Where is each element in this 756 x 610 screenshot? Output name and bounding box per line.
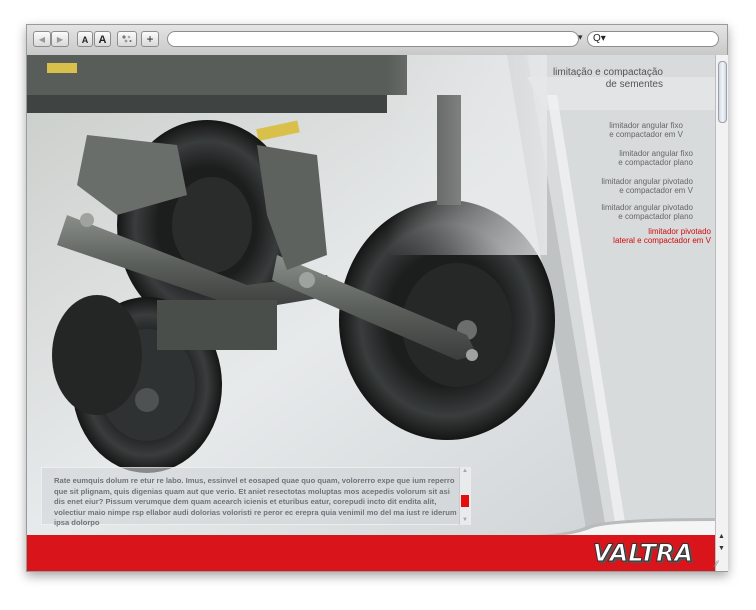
forward-arrow-icon: ▶: [56, 35, 64, 44]
search-field[interactable]: Q▾: [587, 31, 719, 47]
page-scroll-up-icon[interactable]: ▲: [718, 533, 725, 540]
browser-window: ◀ ▶ A A + ▾ Q▾ limitação e compactação d…: [26, 24, 728, 572]
scroll-up-icon[interactable]: ▲: [461, 468, 469, 475]
address-bar[interactable]: [167, 31, 579, 47]
menu-item-pivotado-lateral-v[interactable]: limitador pivotado lateral e compactador…: [541, 227, 711, 245]
description-scrollbar[interactable]: ▲ ▼: [459, 467, 470, 525]
menu-item-line1: limitador angular fixo: [609, 121, 683, 130]
description-scroll-thumb[interactable]: [461, 495, 469, 507]
puzzle-icon: [122, 35, 132, 43]
search-icon: Q▾: [593, 33, 606, 44]
back-arrow-icon: ◀: [38, 35, 46, 44]
menu-item-line1: limitador pivotado: [648, 227, 711, 236]
text-smaller-button[interactable]: A: [77, 31, 93, 47]
menu-item-line1: limitador angular pivotado: [601, 177, 693, 186]
menu-title-line1: limitação e compactação: [552, 67, 663, 78]
menu-item-fixo-plano[interactable]: limitador angular fixo e compactador pla…: [523, 149, 693, 167]
text-larger-button[interactable]: A: [94, 31, 111, 47]
menu-item-line2: e compactador em V: [609, 130, 683, 139]
address-dropdown-icon[interactable]: ▾: [578, 32, 583, 43]
description-box: Rate eumquis dolum re etur re labo. Imus…: [41, 467, 471, 527]
forward-button[interactable]: ▶: [51, 31, 69, 47]
menu-item-line2: e compactador em V: [619, 186, 693, 195]
page-scroll-down-icon[interactable]: ▼: [718, 545, 725, 552]
resize-grip-icon[interactable]: ⁄⁄: [715, 559, 727, 571]
menu-item-pivotado-plano[interactable]: limitador angular pivotado e compactador…: [523, 203, 693, 221]
menu-item-line2: e compactador plano: [618, 158, 693, 167]
menu-item-pivotado-v[interactable]: limitador angular pivotado e compactador…: [523, 177, 693, 195]
menu-title: limitação e compactação de sementes: [503, 67, 663, 91]
extension-button[interactable]: [117, 31, 137, 47]
page-content: limitação e compactação de sementes limi…: [27, 55, 715, 571]
menu-item-line1: limitador angular pivotado: [601, 203, 693, 212]
browser-toolbar: ◀ ▶ A A + ▾ Q▾: [27, 25, 727, 56]
menu-item-line1: limitador angular fixo: [619, 149, 693, 158]
plus-icon: +: [146, 32, 154, 46]
menu-item-fixo-v[interactable]: limitador angular fixo e compactador em …: [513, 121, 683, 139]
menu-item-line2: e compactador plano: [618, 212, 693, 221]
valtra-logo[interactable]: VALTRA: [592, 539, 693, 568]
menu-title-line2: de sementes: [605, 79, 663, 90]
page-scroll-thumb[interactable]: [718, 61, 727, 123]
back-button[interactable]: ◀: [33, 31, 51, 47]
page-scrollbar[interactable]: ▲ ▼: [715, 55, 728, 571]
menu-item-line2: lateral e compactador em V: [613, 236, 711, 245]
add-bookmark-button[interactable]: +: [141, 31, 159, 47]
